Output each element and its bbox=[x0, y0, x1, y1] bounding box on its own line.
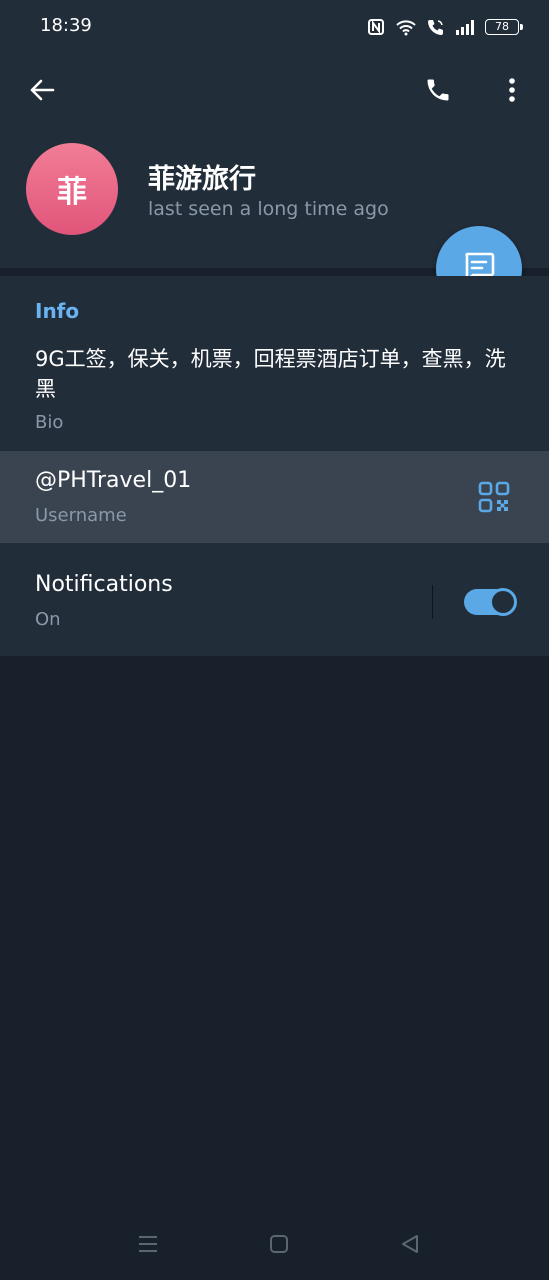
more-button[interactable] bbox=[490, 70, 534, 114]
profile-name: 菲游旅行 bbox=[148, 164, 256, 195]
back-triangle-icon bbox=[400, 1234, 420, 1258]
home-button[interactable] bbox=[259, 1230, 299, 1262]
back-button[interactable] bbox=[20, 70, 64, 114]
last-seen-status: last seen a long time ago bbox=[148, 198, 389, 220]
qr-code-button[interactable] bbox=[474, 479, 514, 519]
wifi-call-icon bbox=[427, 18, 445, 36]
info-section: Info 9G工签，保关，机票，回程票酒店订单，查黑，洗黑 Bio @PHTra… bbox=[0, 276, 549, 656]
status-time: 18:39 bbox=[40, 15, 92, 36]
avatar[interactable]: 菲 bbox=[26, 143, 118, 235]
toggle-knob bbox=[489, 588, 517, 616]
username-value: @PHTravel_01 bbox=[35, 468, 192, 493]
username-row[interactable]: @PHTravel_01 Username bbox=[0, 451, 549, 543]
home-icon bbox=[269, 1234, 289, 1258]
more-vertical-icon bbox=[507, 77, 517, 107]
arrow-left-icon bbox=[29, 77, 55, 107]
status-icons: 78 bbox=[367, 14, 523, 40]
notifications-row[interactable]: Notifications On bbox=[0, 543, 549, 656]
status-bar: 18:39 78 bbox=[0, 0, 549, 54]
qr-code-icon bbox=[478, 481, 510, 517]
username-label: Username bbox=[35, 505, 127, 526]
notifications-label: Notifications bbox=[35, 572, 173, 597]
notifications-status: On bbox=[35, 609, 61, 630]
bio-text[interactable]: 9G工签，保关，机票，回程票酒店订单，查黑，洗黑 bbox=[35, 344, 515, 404]
battery-icon: 78 bbox=[485, 19, 523, 35]
menu-icon bbox=[137, 1234, 159, 1258]
menu-button[interactable] bbox=[128, 1230, 168, 1262]
notifications-toggle[interactable] bbox=[464, 588, 517, 616]
bio-label: Bio bbox=[35, 412, 64, 433]
avatar-letter: 菲 bbox=[57, 175, 87, 210]
phone-icon bbox=[424, 76, 452, 108]
nfc-icon bbox=[367, 18, 385, 36]
info-title: Info bbox=[35, 299, 80, 323]
system-nav-bar bbox=[0, 1216, 549, 1280]
signal-icon bbox=[455, 19, 475, 35]
call-button[interactable] bbox=[416, 70, 460, 114]
back-nav-button[interactable] bbox=[390, 1230, 430, 1262]
wifi-icon bbox=[395, 18, 417, 36]
divider bbox=[432, 585, 433, 619]
